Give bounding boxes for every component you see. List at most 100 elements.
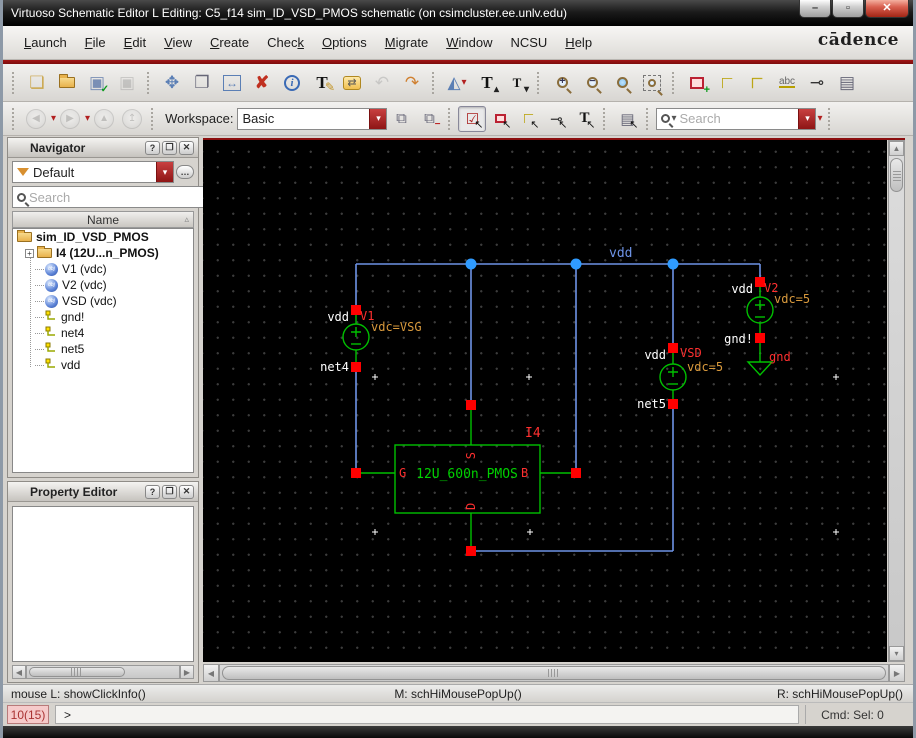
undo-button[interactable]: ↶ [367, 68, 397, 97]
toolbar-grip[interactable] [827, 107, 833, 130]
property-editor-close-button[interactable]: ✕ [179, 484, 194, 499]
canvas-hscrollbar[interactable]: ◀ ▶ [203, 664, 905, 682]
scroll-right-button[interactable]: ▶ [180, 665, 194, 679]
navigator-float-button[interactable]: ❐ [162, 140, 177, 155]
query-properties-button[interactable]: ▤ ↖ [613, 106, 641, 132]
save-button[interactable]: ▣ [112, 68, 142, 97]
toolbar-grip[interactable] [151, 107, 156, 130]
mode-select-all-button[interactable]: ☑ ↖ [458, 105, 487, 132]
menu-ncsu[interactable]: NCSU [501, 31, 556, 54]
toolbar-grip[interactable] [603, 107, 608, 130]
scroll-right-button[interactable]: ▶ [889, 664, 905, 682]
new-file-button[interactable]: ❏ [22, 68, 52, 97]
scroll-left-button[interactable]: ◀ [203, 664, 219, 682]
toolbar-grip[interactable] [12, 107, 17, 130]
maximize-button[interactable]: ▫ [832, 0, 864, 18]
menu-help[interactable]: Help [556, 31, 601, 54]
canvas-vscrollbar[interactable]: ▲ ▾ [888, 140, 905, 662]
create-pin-button[interactable]: ⊸ [802, 68, 832, 97]
open-button[interactable] [52, 68, 82, 97]
menu-options[interactable]: Options [313, 31, 376, 54]
check-and-save-button[interactable]: ▣ ✓ [82, 68, 112, 97]
top-hierarchy-button[interactable]: ↥ [118, 106, 146, 132]
instance-pins[interactable] [351, 277, 765, 556]
tree-item-net5[interactable]: net5 [13, 341, 193, 357]
filter-options-button[interactable]: … [176, 165, 194, 179]
tree-item-net4[interactable]: net4 [13, 325, 193, 341]
navigator-search-input[interactable] [26, 188, 207, 206]
schematic-canvas[interactable]: vdd vdd net4 vdd net5 vdd gnd! V1 VSD V2… [203, 140, 887, 662]
toolbar-grip[interactable] [672, 71, 677, 94]
workspace-combo[interactable]: Basic ▾ [237, 107, 388, 130]
create-wire-name-button[interactable]: abc [772, 68, 802, 97]
up-hierarchy-button[interactable]: ▲ [90, 106, 118, 132]
property-editor-help-button[interactable]: ? [145, 484, 160, 499]
history-counter[interactable]: 10(15) [7, 705, 49, 724]
filter-dropdown-button[interactable]: ▾ [156, 162, 173, 182]
property-editor-button[interactable]: ▤ [832, 68, 862, 97]
toolbar-search-input[interactable] [676, 110, 799, 127]
tree-item-v1-vdc-[interactable]: obj V1 (vdc) [13, 261, 193, 277]
mode-select-wire-button[interactable]: ∟ ↖ [514, 106, 542, 132]
navigator-close-button[interactable]: ✕ [179, 140, 194, 155]
tree-expander-icon[interactable]: + [25, 248, 34, 258]
toolbar-grip[interactable] [646, 107, 651, 130]
menu-check[interactable]: Check [258, 31, 313, 54]
stretch-button[interactable]: ↔ [217, 68, 247, 97]
toolbar-grip[interactable] [147, 71, 152, 94]
zoom-in-button[interactable]: + [547, 68, 577, 97]
property-editor-hscrollbar[interactable]: ◀ ▶ [12, 665, 194, 679]
vscroll-thumb[interactable] [890, 158, 903, 192]
menu-window[interactable]: Window [437, 31, 501, 54]
search-dropdown-button[interactable]: ▾ [798, 108, 816, 129]
mode-select-instance-button[interactable]: ↖ [486, 106, 514, 132]
tree-item-v2-vdc-[interactable]: obj V2 (vdc) [13, 277, 193, 293]
tree-item-i4-12u-n-pmos-[interactable]: + I4 (12U...n_PMOS) [13, 245, 193, 261]
copy-button[interactable]: ❐ [187, 68, 217, 97]
back-button[interactable]: ◀ [22, 106, 50, 132]
toolbar-grip[interactable] [448, 107, 453, 130]
delete-button[interactable]: ✘ [247, 68, 277, 97]
scroll-down-button[interactable]: ▾ [889, 646, 904, 661]
create-instance-button[interactable]: + [682, 68, 712, 97]
edit-labels-button[interactable]: T ✎ [307, 68, 337, 97]
create-wire-button[interactable]: ∟ [712, 68, 742, 97]
name-column-header[interactable]: Name ▵ [12, 211, 194, 228]
move-button[interactable]: ✥ [157, 68, 187, 97]
minimize-button[interactable]: – [799, 0, 831, 18]
navigator-help-button[interactable]: ? [145, 140, 160, 155]
scroll-up-button[interactable]: ▲ [889, 141, 904, 156]
zoom-to-selected-button[interactable] [607, 68, 637, 97]
shrink-text-button[interactable]: T ▾ [502, 68, 532, 97]
tree-item-sim-id-vsd-pmos[interactable]: sim_ID_VSD_PMOS [13, 229, 193, 245]
toolbar-grip[interactable] [537, 71, 542, 94]
signal-net-wires[interactable] [355, 367, 674, 552]
hscroll-thumb[interactable] [222, 666, 886, 680]
show-panels-button[interactable]: ⧉ [387, 106, 415, 132]
menu-view[interactable]: View [155, 31, 201, 54]
workspace-dropdown-button[interactable]: ▾ [369, 108, 387, 129]
mode-select-label-button[interactable]: T ↖ [570, 106, 598, 132]
vdd-rail-label[interactable]: vdd [609, 246, 632, 261]
mode-select-pin-button[interactable]: ⊸ ↖ [542, 106, 570, 132]
menu-file[interactable]: File [76, 31, 115, 54]
tree-item-gnd-[interactable]: gnd! [13, 309, 193, 325]
properties-button[interactable]: i [277, 68, 307, 97]
menu-edit[interactable]: Edit [115, 31, 155, 54]
zoom-out-button[interactable]: − [577, 68, 607, 97]
zoom-to-fit-button[interactable] [637, 68, 667, 97]
hide-panels-button[interactable]: ⧉ − [415, 106, 443, 132]
tree-item-vsd-vdc-[interactable]: obj VSD (vdc) [13, 293, 193, 309]
pmos-cell-label[interactable]: 12U_600n_PMOS [416, 467, 518, 482]
scroll-left-button[interactable]: ◀ [12, 665, 26, 679]
search-options-caret[interactable]: ▾ [817, 113, 822, 124]
rotate-mirror-button[interactable]: ◭ ▾ [442, 68, 472, 97]
close-button[interactable]: ✕ [865, 0, 909, 18]
forward-button[interactable]: ▶ [56, 106, 84, 132]
command-input[interactable]: > [55, 705, 799, 724]
enlarge-text-button[interactable]: T ▴ [472, 68, 502, 97]
menu-launch[interactable]: Launch [15, 31, 76, 54]
toolbar-grip[interactable] [432, 71, 437, 94]
create-wide-wire-button[interactable]: ∟ [742, 68, 772, 97]
redo-button[interactable]: ↷ [397, 68, 427, 97]
